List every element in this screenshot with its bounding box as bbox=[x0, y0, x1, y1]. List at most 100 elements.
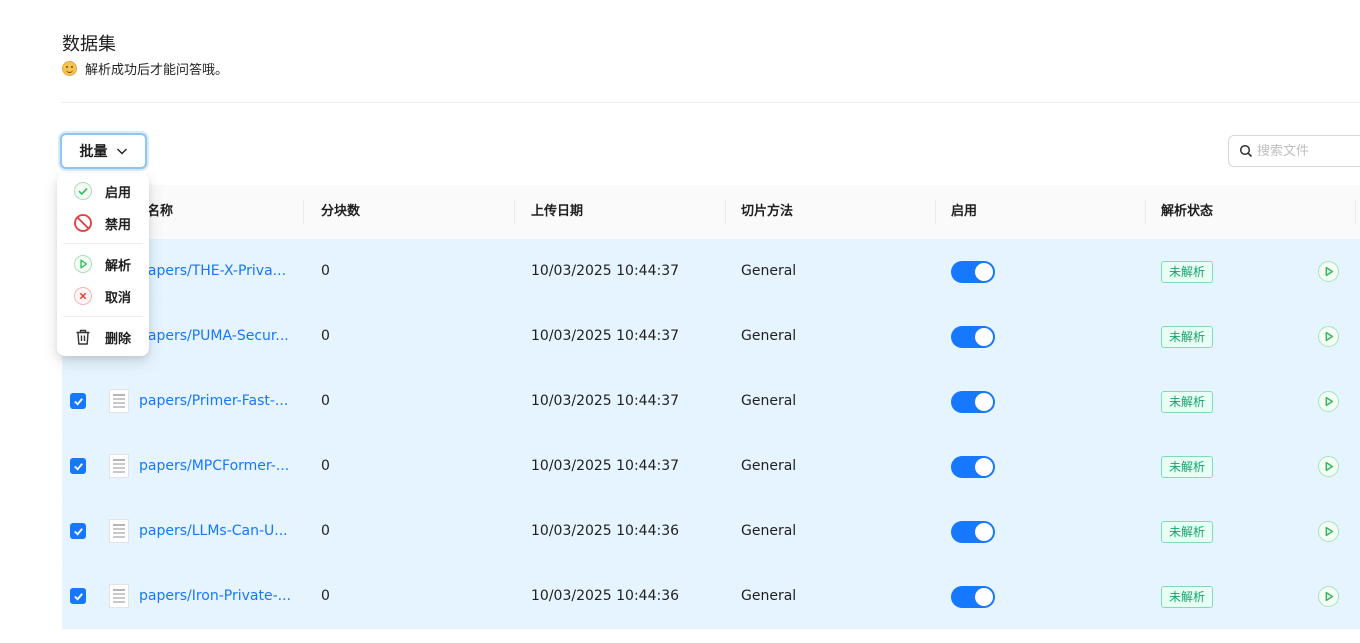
parse-play-button[interactable] bbox=[1318, 521, 1339, 542]
column-divider bbox=[514, 200, 515, 224]
table-row[interactable]: papers/LLMs-Can-U... 0 10/03/2025 10:44:… bbox=[62, 499, 1360, 564]
batch-dropdown-menu: 启用 禁用 解析 取消 删除 bbox=[57, 173, 149, 356]
chunk-method: General bbox=[741, 458, 797, 474]
parse-play-button[interactable] bbox=[1318, 326, 1339, 347]
parse-play-button[interactable] bbox=[1318, 586, 1339, 607]
upload-date: 10/03/2025 10:44:37 bbox=[531, 458, 680, 474]
file-name-link[interactable]: papers/THE-X-Priva... bbox=[139, 239, 286, 304]
chunk-count: 0 bbox=[321, 393, 330, 409]
smile-emoji-icon bbox=[62, 61, 77, 76]
enable-toggle[interactable] bbox=[951, 326, 995, 348]
parse-play-button[interactable] bbox=[1318, 261, 1339, 282]
table-row[interactable]: papers/MPCFormer-... 0 10/03/2025 10:44:… bbox=[62, 434, 1360, 499]
check-icon bbox=[73, 527, 83, 536]
chunk-count: 0 bbox=[321, 458, 330, 474]
search-box[interactable] bbox=[1228, 135, 1360, 167]
enable-toggle[interactable] bbox=[951, 391, 995, 413]
x-circle-icon bbox=[73, 286, 93, 306]
check-circle-icon bbox=[73, 181, 93, 201]
column-header-enabled[interactable]: 启用 bbox=[951, 185, 977, 239]
play-icon bbox=[1325, 591, 1334, 602]
column-header-upload-date[interactable]: 上传日期 bbox=[531, 185, 583, 239]
menu-item-label: 禁用 bbox=[105, 217, 132, 233]
search-icon bbox=[1239, 144, 1253, 158]
check-icon bbox=[73, 397, 83, 406]
chunk-count: 0 bbox=[321, 588, 330, 604]
upload-date: 10/03/2025 10:44:37 bbox=[531, 328, 680, 344]
column-header-chunks[interactable]: 分块数 bbox=[321, 185, 360, 239]
table-row[interactable]: papers/Iron-Private-... 0 10/03/2025 10:… bbox=[62, 564, 1360, 629]
chunk-count: 0 bbox=[321, 328, 330, 344]
play-icon bbox=[1325, 396, 1334, 407]
column-header-chunk-method[interactable]: 切片方法 bbox=[741, 185, 793, 239]
dataset-table: 名称 分块数 上传日期 切片方法 启用 解析状态 papers/THE-X-Pr… bbox=[62, 185, 1360, 629]
menu-divider bbox=[63, 316, 143, 317]
ban-icon bbox=[73, 213, 93, 233]
menu-item-label: 启用 bbox=[105, 185, 132, 201]
table-row[interactable]: papers/Primer-Fast-... 0 10/03/2025 10:4… bbox=[62, 369, 1360, 434]
row-checkbox[interactable] bbox=[70, 523, 86, 539]
chunk-method: General bbox=[741, 523, 797, 539]
trash-icon bbox=[73, 327, 93, 347]
enable-toggle[interactable] bbox=[951, 586, 995, 608]
file-name-link[interactable]: papers/Primer-Fast-... bbox=[139, 369, 288, 434]
chunk-count: 0 bbox=[321, 263, 330, 279]
check-icon bbox=[73, 592, 83, 601]
page-subtitle: 解析成功后才能问答哦。 bbox=[62, 59, 228, 78]
enable-toggle[interactable] bbox=[951, 521, 995, 543]
chunk-method: General bbox=[741, 393, 797, 409]
table-row[interactable]: papers/PUMA-Secur... 0 10/03/2025 10:44:… bbox=[62, 304, 1360, 369]
menu-item-enable[interactable]: 启用 bbox=[57, 176, 149, 206]
enable-toggle[interactable] bbox=[951, 456, 995, 478]
parse-status-badge: 未解析 bbox=[1161, 586, 1214, 608]
chunk-method: General bbox=[741, 588, 797, 604]
chevron-down-icon bbox=[116, 148, 127, 155]
file-name-link[interactable]: papers/LLMs-Can-U... bbox=[139, 499, 288, 564]
parse-status-badge: 未解析 bbox=[1161, 521, 1214, 543]
file-name-link[interactable]: papers/PUMA-Secur... bbox=[139, 304, 289, 369]
row-checkbox[interactable] bbox=[70, 393, 86, 409]
pdf-thumbnail-icon bbox=[109, 454, 129, 478]
parse-status-badge: 未解析 bbox=[1161, 326, 1214, 348]
upload-date: 10/03/2025 10:44:36 bbox=[531, 523, 680, 539]
menu-item-disable[interactable]: 禁用 bbox=[57, 208, 149, 238]
column-divider bbox=[303, 200, 304, 224]
batch-button[interactable]: 批量 bbox=[60, 133, 147, 169]
menu-item-label: 删除 bbox=[105, 331, 132, 347]
play-icon bbox=[1325, 461, 1334, 472]
file-name-link[interactable]: papers/Iron-Private-... bbox=[139, 564, 291, 629]
menu-item-delete[interactable]: 删除 bbox=[57, 322, 149, 352]
play-circle-icon bbox=[73, 254, 93, 274]
column-divider bbox=[935, 200, 936, 224]
menu-item-label: 解析 bbox=[105, 258, 132, 274]
menu-item-parse[interactable]: 解析 bbox=[57, 249, 149, 279]
play-icon bbox=[1325, 331, 1334, 342]
upload-date: 10/03/2025 10:44:36 bbox=[531, 588, 680, 604]
play-icon bbox=[1325, 526, 1334, 537]
table-header: 名称 分块数 上传日期 切片方法 启用 解析状态 bbox=[62, 185, 1360, 239]
upload-date: 10/03/2025 10:44:37 bbox=[531, 263, 680, 279]
page-subtitle-text: 解析成功后才能问答哦。 bbox=[85, 63, 229, 78]
parse-status-badge: 未解析 bbox=[1161, 456, 1214, 478]
chunk-method: General bbox=[741, 263, 797, 279]
parse-status-badge: 未解析 bbox=[1161, 261, 1214, 283]
parse-play-button[interactable] bbox=[1318, 391, 1339, 412]
check-icon bbox=[73, 462, 83, 471]
chunk-method: General bbox=[741, 328, 797, 344]
play-icon bbox=[1325, 266, 1334, 277]
column-header-name[interactable]: 名称 bbox=[147, 185, 173, 239]
row-checkbox[interactable] bbox=[70, 588, 86, 604]
file-name-link[interactable]: papers/MPCFormer-... bbox=[139, 434, 289, 499]
parse-play-button[interactable] bbox=[1318, 456, 1339, 477]
table-row[interactable]: papers/THE-X-Priva... 0 10/03/2025 10:44… bbox=[62, 239, 1360, 304]
page-title: 数据集 bbox=[62, 34, 116, 55]
search-input[interactable] bbox=[1257, 143, 1357, 159]
menu-item-label: 取消 bbox=[105, 290, 132, 306]
chunk-count: 0 bbox=[321, 523, 330, 539]
enable-toggle[interactable] bbox=[951, 261, 995, 283]
column-divider bbox=[1355, 200, 1356, 224]
parse-status-badge: 未解析 bbox=[1161, 391, 1214, 413]
row-checkbox[interactable] bbox=[70, 458, 86, 474]
menu-item-cancel[interactable]: 取消 bbox=[57, 281, 149, 311]
column-header-parse-status[interactable]: 解析状态 bbox=[1161, 185, 1213, 239]
